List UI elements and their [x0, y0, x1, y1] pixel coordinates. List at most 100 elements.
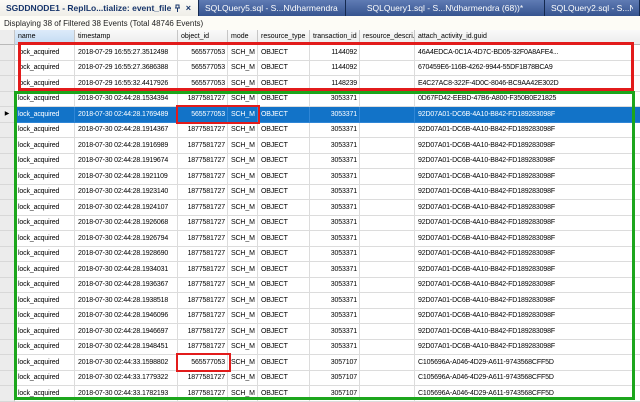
table-row[interactable]: lock_acquired 2018-07-30 02:44:28.191698… [0, 138, 640, 154]
cell-resource-description[interactable] [360, 45, 415, 61]
cell-resource-description[interactable] [360, 386, 415, 402]
cell-mode[interactable]: SCH_M [228, 92, 258, 108]
cell-mode[interactable]: SCH_M [228, 247, 258, 263]
cell-resource-type[interactable]: OBJECT [258, 154, 310, 170]
row-selector-cell[interactable] [0, 386, 15, 402]
cell-name[interactable]: lock_acquired [15, 154, 75, 170]
tab-sqlquery5[interactable]: SQLQuery5.sql - S...N\dharmendra (55))* [199, 0, 346, 16]
cell-resource-description[interactable] [360, 340, 415, 356]
cell-timestamp[interactable]: 2018-07-30 02:44:28.1926794 [75, 231, 178, 247]
cell-name[interactable]: lock_acquired [15, 92, 75, 108]
cell-timestamp[interactable]: 2018-07-30 02:44:28.1914367 [75, 123, 178, 139]
row-selector-cell[interactable] [0, 324, 15, 340]
cell-transaction-id[interactable]: 3053371 [310, 107, 360, 123]
tab-event-file-viewer[interactable]: SGDDNODE1 - ReplLo...tialize: event_file… [0, 0, 199, 16]
row-selector-cell[interactable] [0, 262, 15, 278]
cell-object-id[interactable]: 565577053 [178, 45, 228, 61]
cell-object-id[interactable]: 1877581727 [178, 169, 228, 185]
cell-mode[interactable]: SCH_M [228, 371, 258, 387]
cell-transaction-id[interactable]: 3053371 [310, 92, 360, 108]
cell-attach-activity-id-guid[interactable]: 92D07A01-DC6B-4A10-B842-FD189283098F [415, 169, 640, 185]
cell-transaction-id[interactable]: 3053371 [310, 262, 360, 278]
close-icon[interactable]: × [185, 4, 192, 13]
cell-mode[interactable]: SCH_M [228, 340, 258, 356]
cell-attach-activity-id-guid[interactable]: 92D07A01-DC6B-4A10-B842-FD189283098F [415, 324, 640, 340]
cell-object-id[interactable]: 1877581727 [178, 231, 228, 247]
cell-resource-description[interactable] [360, 324, 415, 340]
cell-transaction-id[interactable]: 3053371 [310, 340, 360, 356]
cell-object-id[interactable]: 565577053 [178, 107, 228, 123]
cell-name[interactable]: lock_acquired [15, 123, 75, 139]
cell-mode[interactable]: SCH_M [228, 76, 258, 92]
cell-name[interactable]: lock_acquired [15, 216, 75, 232]
row-selector-cell[interactable] [0, 169, 15, 185]
cell-object-id[interactable]: 1877581727 [178, 278, 228, 294]
cell-mode[interactable]: SCH_M [228, 309, 258, 325]
cell-transaction-id[interactable]: 1144092 [310, 45, 360, 61]
cell-mode[interactable]: SCH_M [228, 216, 258, 232]
cell-resource-type[interactable]: OBJECT [258, 216, 310, 232]
cell-transaction-id[interactable]: 3053371 [310, 278, 360, 294]
cell-timestamp[interactable]: 2018-07-30 02:44:28.1923140 [75, 185, 178, 201]
cell-resource-description[interactable] [360, 293, 415, 309]
cell-transaction-id[interactable]: 3057107 [310, 371, 360, 387]
table-row[interactable]: lock_acquired 2018-07-30 02:44:28.194609… [0, 309, 640, 325]
table-row[interactable]: lock_acquired 2018-07-29 16:55:32.441792… [0, 76, 640, 92]
cell-object-id[interactable]: 1877581727 [178, 92, 228, 108]
cell-name[interactable]: lock_acquired [15, 61, 75, 77]
column-header-timestamp[interactable]: timestamp [75, 30, 178, 45]
table-row[interactable]: lock_acquired 2018-07-30 02:44:28.191967… [0, 154, 640, 170]
cell-object-id[interactable]: 1877581727 [178, 154, 228, 170]
cell-object-id[interactable]: 1877581727 [178, 138, 228, 154]
cell-resource-type[interactable]: OBJECT [258, 278, 310, 294]
table-row[interactable]: lock_acquired 2018-07-30 02:44:28.193403… [0, 262, 640, 278]
cell-mode[interactable]: SCH_M [228, 185, 258, 201]
tab-sqlquery1[interactable]: SQLQuery1.sql - S...N\dharmendra (68))* [346, 0, 545, 16]
cell-resource-type[interactable]: OBJECT [258, 386, 310, 402]
cell-mode[interactable]: SCH_M [228, 154, 258, 170]
cell-mode[interactable]: SCH_M [228, 123, 258, 139]
table-row[interactable]: lock_acquired 2018-07-30 02:44:28.192869… [0, 247, 640, 263]
table-row[interactable]: lock_acquired 2018-07-30 02:44:33.178219… [0, 386, 640, 402]
cell-mode[interactable]: SCH_M [228, 169, 258, 185]
cell-name[interactable]: lock_acquired [15, 247, 75, 263]
table-row[interactable]: lock_acquired 2018-07-29 16:55:27.368638… [0, 61, 640, 77]
cell-timestamp[interactable]: 2018-07-30 02:44:28.1926068 [75, 216, 178, 232]
cell-name[interactable]: lock_acquired [15, 386, 75, 402]
cell-resource-description[interactable] [360, 309, 415, 325]
row-selector-cell[interactable] [0, 340, 15, 356]
table-row[interactable]: lock_acquired 2018-07-30 02:44:28.192110… [0, 169, 640, 185]
cell-name[interactable]: lock_acquired [15, 262, 75, 278]
table-row[interactable]: lock_acquired 2018-07-30 02:44:28.192410… [0, 200, 640, 216]
cell-resource-type[interactable]: OBJECT [258, 293, 310, 309]
table-row[interactable]: lock_acquired 2018-07-30 02:44:28.193636… [0, 278, 640, 294]
cell-mode[interactable]: SCH_M [228, 200, 258, 216]
cell-resource-description[interactable] [360, 278, 415, 294]
cell-transaction-id[interactable]: 3053371 [310, 324, 360, 340]
cell-transaction-id[interactable]: 3057107 [310, 355, 360, 371]
cell-name[interactable]: lock_acquired [15, 293, 75, 309]
cell-timestamp[interactable]: 2018-07-30 02:44:33.1779322 [75, 371, 178, 387]
cell-resource-description[interactable] [360, 262, 415, 278]
cell-mode[interactable]: SCH_M [228, 293, 258, 309]
cell-timestamp[interactable]: 2018-07-30 02:44:28.1946096 [75, 309, 178, 325]
table-row[interactable]: lock_acquired 2018-07-30 02:44:33.177932… [0, 371, 640, 387]
table-row[interactable]: lock_acquired 2018-07-30 02:44:33.159880… [0, 355, 640, 371]
cell-object-id[interactable]: 565577053 [178, 355, 228, 371]
row-selector-cell[interactable] [0, 138, 15, 154]
cell-name[interactable]: lock_acquired [15, 185, 75, 201]
cell-resource-description[interactable] [360, 371, 415, 387]
cell-timestamp[interactable]: 2018-07-30 02:44:28.1921109 [75, 169, 178, 185]
row-selector-cell[interactable] [0, 231, 15, 247]
cell-resource-type[interactable]: OBJECT [258, 92, 310, 108]
cell-object-id[interactable]: 1877581727 [178, 123, 228, 139]
cell-attach-activity-id-guid[interactable]: 92D07A01-DC6B-4A10-B842-FD189283098F [415, 231, 640, 247]
cell-resource-type[interactable]: OBJECT [258, 200, 310, 216]
cell-resource-description[interactable] [360, 92, 415, 108]
cell-object-id[interactable]: 1877581727 [178, 185, 228, 201]
cell-resource-type[interactable]: OBJECT [258, 309, 310, 325]
cell-mode[interactable]: SCH_M [228, 278, 258, 294]
row-selector-cell[interactable] [0, 185, 15, 201]
cell-object-id[interactable]: 1877581727 [178, 371, 228, 387]
cell-name[interactable]: lock_acquired [15, 355, 75, 371]
